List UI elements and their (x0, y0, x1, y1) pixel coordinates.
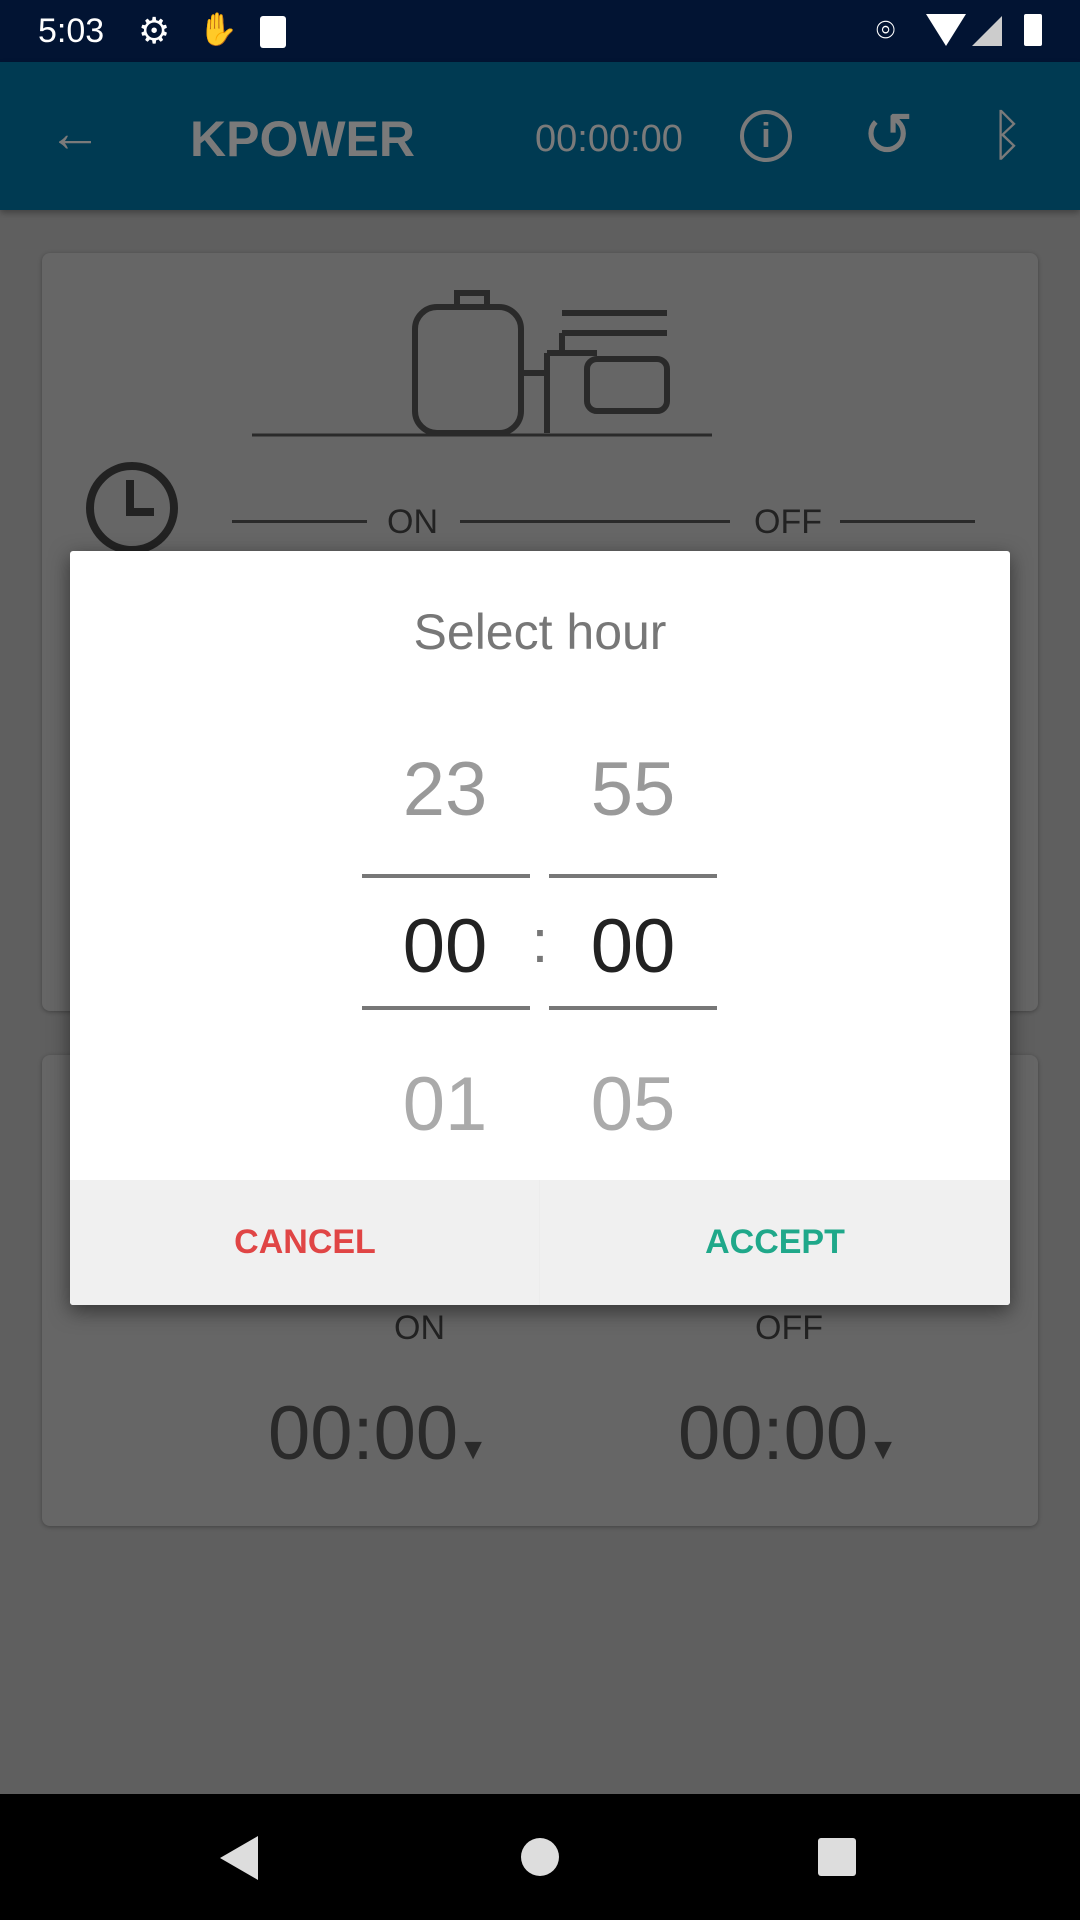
time-picker-dialog: Select hour 23 55 00 : 00 01 05 CANCEL A… (70, 551, 1010, 1305)
home-nav-icon[interactable] (521, 1838, 559, 1876)
hour-divider-top (362, 874, 530, 878)
cancel-button[interactable]: CANCEL (70, 1180, 540, 1305)
back-nav-icon[interactable] (220, 1836, 258, 1880)
on-time: 00:00 (268, 1391, 459, 1476)
wifi-icon (926, 14, 966, 46)
location-icon: ⌾ (876, 12, 896, 48)
on-label: ON (394, 1309, 445, 1347)
navigation-bar (0, 1794, 1080, 1920)
battery-charging-icon (1024, 14, 1042, 46)
divider (840, 520, 975, 523)
back-arrow-icon[interactable]: ← (48, 102, 102, 164)
hour-selected[interactable]: 00 (360, 903, 530, 990)
off-label: OFF (754, 503, 822, 541)
gear-icon: ⚙ (138, 10, 171, 51)
hand-icon: ✋ (198, 11, 238, 47)
hour-next[interactable]: 01 (360, 1061, 530, 1148)
status-bar: 5:03 ⚙ ✋ ⌾ (0, 0, 1080, 62)
minute-divider-top (549, 874, 717, 878)
minute-divider-bottom (549, 1006, 717, 1010)
divider (460, 520, 730, 523)
clock: 5:03 (38, 12, 105, 50)
app-bar: ← KPOWER 00:00:00 i ↺ ᛒ (0, 62, 1080, 210)
refresh-icon[interactable]: ↺ (862, 98, 914, 171)
off-label: OFF (755, 1309, 823, 1347)
recents-nav-icon[interactable] (818, 1838, 856, 1876)
sd-card-icon (260, 16, 286, 48)
on-label: ON (387, 503, 438, 541)
hour-divider-bottom (362, 1006, 530, 1010)
off-time-dropdown[interactable]: 00:00▼ (678, 1390, 898, 1477)
divider (232, 520, 367, 523)
minute-selected[interactable]: 00 (548, 903, 718, 990)
minute-prev[interactable]: 55 (548, 746, 718, 833)
bluetooth-icon[interactable]: ᛒ (990, 102, 1024, 167)
off-time: 00:00 (678, 1391, 869, 1476)
hour-prev[interactable]: 23 (360, 746, 530, 833)
app-title: KPOWER (190, 111, 415, 167)
accept-button[interactable]: ACCEPT (540, 1180, 1010, 1305)
pump-icon (252, 290, 712, 437)
info-icon[interactable]: i (740, 110, 792, 162)
on-time-dropdown[interactable]: 00:00▼ (268, 1390, 488, 1477)
minute-next[interactable]: 05 (548, 1061, 718, 1148)
dialog-title: Select hour (413, 604, 667, 660)
dropdown-arrow-icon: ▼ (868, 1433, 898, 1466)
dropdown-arrow-icon: ▼ (458, 1433, 488, 1466)
signal-icon (972, 16, 1002, 46)
timer: 00:00:00 (535, 118, 683, 160)
